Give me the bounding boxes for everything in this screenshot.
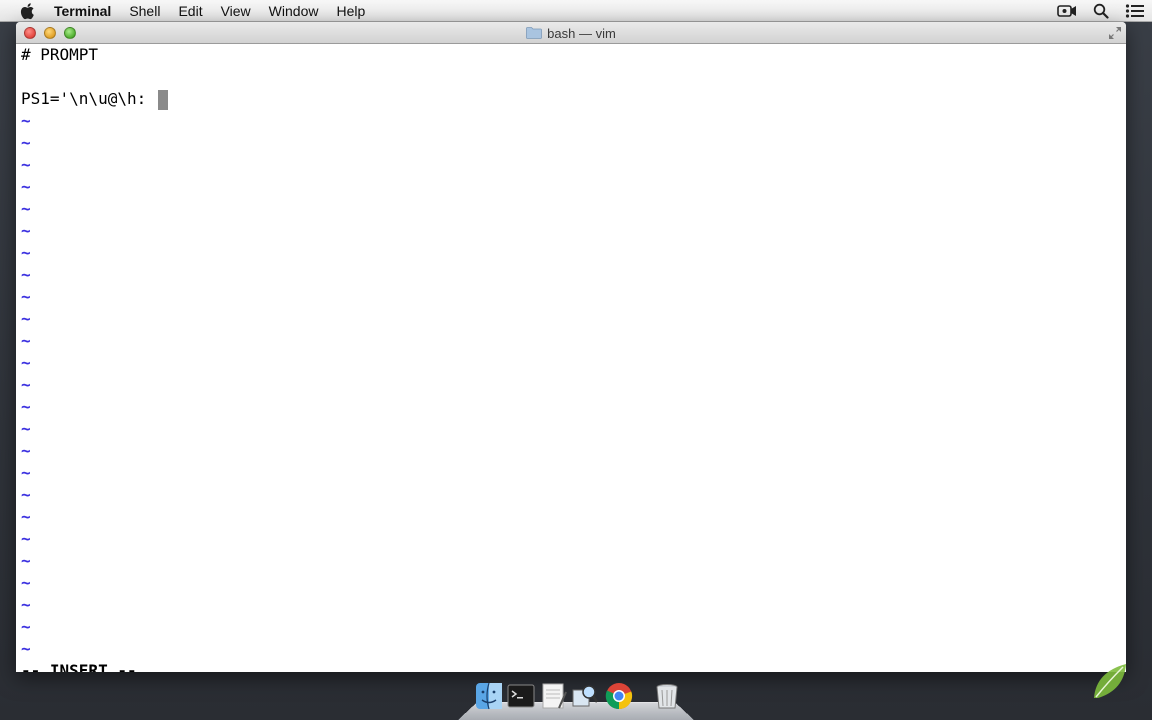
- notification-list-icon[interactable]: [1124, 2, 1146, 20]
- empty-line-marker: ~: [21, 529, 31, 548]
- preview-icon[interactable]: [570, 681, 600, 711]
- dock: [458, 681, 694, 720]
- empty-line-marker: ~: [21, 595, 31, 614]
- text-cursor: [157, 89, 168, 110]
- fullscreen-icon[interactable]: [1108, 26, 1122, 40]
- editor-line-3: PS1='\n\u@\h:: [21, 88, 168, 110]
- menu-shell[interactable]: Shell: [120, 0, 169, 22]
- menu-view[interactable]: View: [212, 0, 260, 22]
- empty-line-marker: ~: [21, 441, 31, 460]
- folder-icon: [526, 27, 543, 39]
- empty-line-marker: ~: [21, 111, 31, 130]
- empty-line-marker: ~: [21, 551, 31, 570]
- empty-line-marker: ~: [21, 419, 31, 438]
- vim-mode-indicator: -- INSERT --: [21, 661, 137, 672]
- apple-icon[interactable]: [18, 1, 38, 21]
- empty-line-marker: ~: [21, 309, 31, 328]
- trash-icon[interactable]: [652, 681, 682, 711]
- empty-line-marker: ~: [21, 265, 31, 284]
- chrome-icon[interactable]: [604, 681, 634, 711]
- camera-icon[interactable]: [1056, 2, 1078, 20]
- menu-extras: [1050, 0, 1152, 22]
- menu-bar: Terminal Shell Edit View Window Help: [0, 0, 1152, 22]
- terminal-window: bash — vim # PROMPT PS1='\n\u@\h: ~ ~ ~ …: [16, 22, 1126, 672]
- window-titlebar[interactable]: bash — vim: [16, 22, 1126, 44]
- leaf-logo-icon: [1090, 660, 1130, 702]
- empty-line-marker: ~: [21, 573, 31, 592]
- menu-edit[interactable]: Edit: [169, 0, 211, 22]
- empty-line-marker: ~: [21, 463, 31, 482]
- empty-line-marker: ~: [21, 617, 31, 636]
- editor-line-1: # PROMPT: [21, 45, 99, 64]
- menu-help[interactable]: Help: [327, 0, 374, 22]
- spotlight-search-icon[interactable]: [1090, 2, 1112, 20]
- empty-line-marker: ~: [21, 199, 31, 218]
- window-title-text: bash — vim: [547, 25, 616, 41]
- empty-line-marker: ~: [21, 639, 31, 658]
- empty-line-marker: ~: [21, 243, 31, 262]
- empty-line-marker: ~: [21, 177, 31, 196]
- menu-app-terminal[interactable]: Terminal: [54, 0, 120, 22]
- empty-line-marker: ~: [21, 397, 31, 416]
- empty-line-marker: ~: [21, 155, 31, 174]
- empty-line-marker: ~: [21, 485, 31, 504]
- menu-window[interactable]: Window: [260, 0, 328, 22]
- empty-line-marker: ~: [21, 507, 31, 526]
- textedit-icon[interactable]: [538, 681, 568, 711]
- editor-line-3-text: PS1='\n\u@\h:: [21, 89, 156, 108]
- empty-line-marker: ~: [21, 287, 31, 306]
- empty-line-marker: ~: [21, 133, 31, 152]
- terminal-icon[interactable]: [506, 681, 536, 711]
- empty-line-marker: ~: [21, 331, 31, 350]
- vim-editor[interactable]: # PROMPT PS1='\n\u@\h: ~ ~ ~ ~ ~ ~ ~ ~ ~…: [21, 44, 1126, 672]
- empty-line-marker: ~: [21, 221, 31, 240]
- window-title: bash — vim: [16, 22, 1126, 44]
- finder-icon[interactable]: [474, 681, 504, 711]
- empty-line-marker: ~: [21, 353, 31, 372]
- empty-line-marker: ~: [21, 375, 31, 394]
